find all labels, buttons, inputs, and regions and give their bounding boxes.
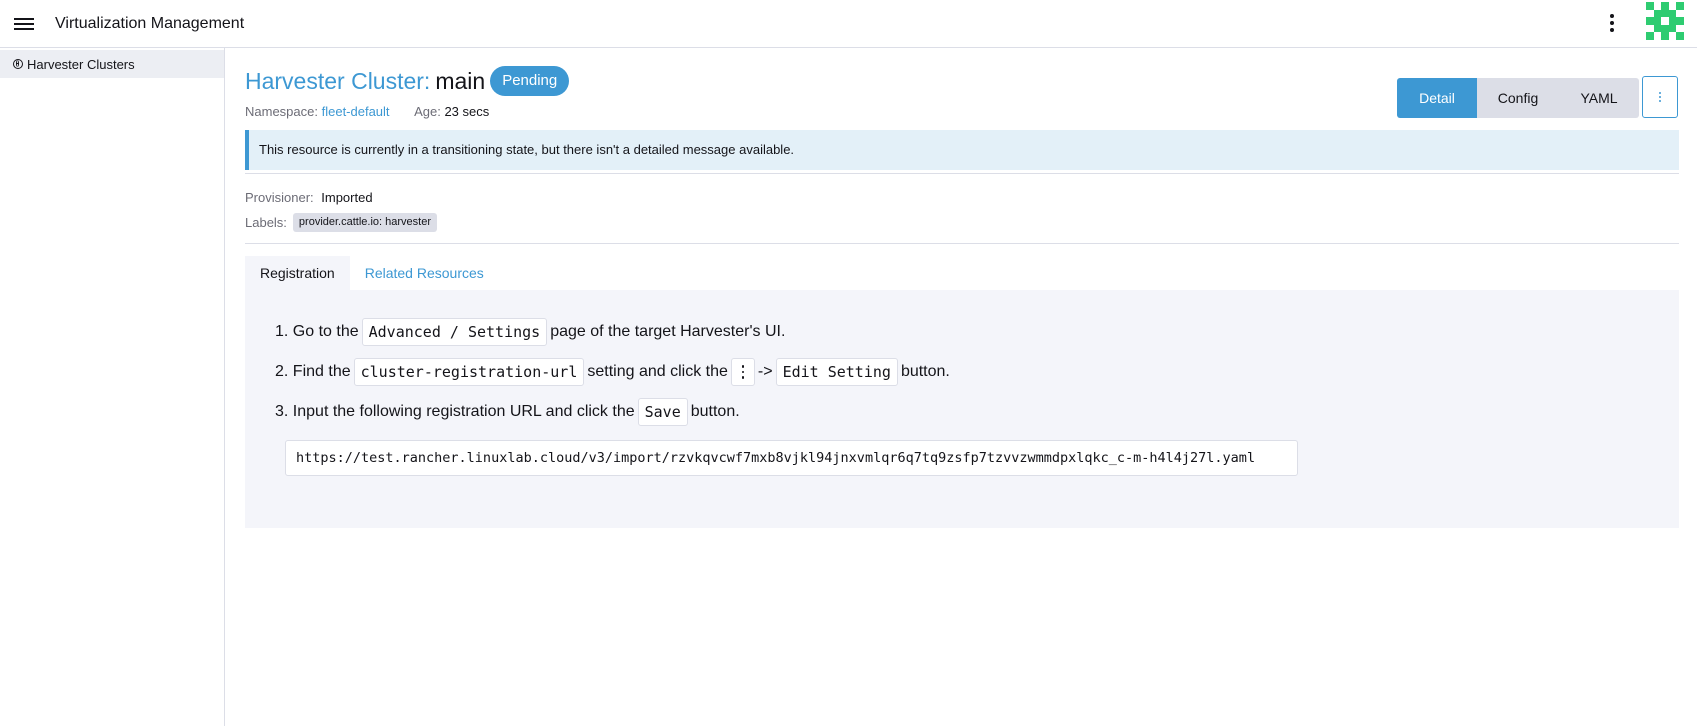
- avatar-pixel: [1646, 17, 1654, 25]
- avatar-pixel: [1661, 9, 1669, 18]
- divider: [245, 243, 1679, 244]
- inline-code: Edit Setting: [775, 358, 898, 386]
- avatar-pixel: [1646, 32, 1654, 40]
- labels-label: Labels:: [245, 214, 287, 230]
- labels-row: Labels: provider.cattle.io: harvester: [245, 212, 437, 232]
- divider: [245, 173, 1679, 174]
- avatar-pixel: [1668, 24, 1677, 33]
- header-more-icon[interactable]: [1600, 10, 1624, 36]
- status-badge: Pending: [490, 66, 570, 96]
- sidebar: Harvester Clusters: [0, 48, 225, 726]
- avatar-pixel: [1676, 17, 1684, 25]
- resource-meta: Namespace: fleet-default Age: 23 secs: [245, 104, 489, 119]
- avatar-pixel: [1676, 32, 1684, 40]
- hamburger-menu-icon[interactable]: [12, 12, 36, 36]
- registration-step-1: 1. Go to the Advanced / Settings page of…: [275, 317, 785, 347]
- detail-button[interactable]: Detail: [1397, 78, 1477, 118]
- namespace-label: Namespace:: [245, 104, 318, 119]
- avatar-pixel: [1646, 2, 1654, 10]
- age-label: Age:: [414, 104, 441, 119]
- registration-panel: 1. Go to the Advanced / Settings page of…: [245, 290, 1679, 528]
- step-text: Input the following registration URL and…: [292, 403, 635, 420]
- tab-bar: Registration Related Resources: [245, 256, 499, 290]
- step-number: 3.: [275, 403, 289, 420]
- avatar-pixel: [1653, 9, 1662, 18]
- tab-registration[interactable]: Registration: [245, 256, 350, 290]
- step-text: Go to the: [292, 323, 359, 340]
- yaml-button[interactable]: YAML: [1559, 78, 1639, 118]
- config-button[interactable]: Config: [1477, 78, 1559, 118]
- avatar-pixel: [1668, 9, 1677, 18]
- actions-menu-icon[interactable]: [1642, 76, 1678, 118]
- age-value: 23 secs: [444, 104, 490, 119]
- inline-code: cluster-registration-url: [353, 358, 585, 386]
- provisioner-value: Imported: [321, 190, 373, 205]
- tab-related-resources[interactable]: Related Resources: [350, 256, 499, 290]
- sidebar-item-harvester-clusters[interactable]: Harvester Clusters: [0, 50, 224, 78]
- arrow-text: ->: [757, 363, 773, 380]
- provisioner-label: Provisioner:: [245, 190, 314, 205]
- registration-step-2: 2. Find the cluster-registration-url set…: [275, 357, 950, 387]
- step-text: button.: [690, 403, 740, 420]
- resource-type-link[interactable]: Harvester Cluster:: [245, 68, 430, 95]
- registration-step-3: 3. Input the following registration URL …: [275, 397, 740, 427]
- label-chip: provider.cattle.io: harvester: [292, 212, 437, 232]
- user-avatar[interactable]: [1646, 2, 1684, 40]
- step-number: 1.: [275, 323, 289, 340]
- step-text: Find the: [292, 363, 351, 380]
- step-text: setting and click the: [587, 363, 728, 380]
- avatar-pixel: [1653, 24, 1662, 33]
- inline-code: Save: [637, 398, 688, 426]
- step-text: page of the target Harvester's UI.: [550, 323, 786, 340]
- avatar-pixel: [1661, 24, 1669, 33]
- provisioner-row: Provisioner: Imported: [245, 190, 373, 205]
- namespace-link[interactable]: fleet-default: [322, 104, 390, 119]
- inline-code: Advanced / Settings: [361, 318, 548, 346]
- sidebar-item-label: Harvester Clusters: [27, 56, 135, 72]
- step-text: button.: [900, 363, 950, 380]
- avatar-pixel: [1668, 17, 1677, 25]
- avatar-pixel: [1661, 32, 1669, 40]
- avatar-pixel: [1676, 2, 1684, 10]
- avatar-pixel: [1653, 17, 1662, 25]
- view-mode-toggle: Detail Config YAML: [1397, 78, 1639, 118]
- registration-url-copy-box[interactable]: https://test.rancher.linuxlab.cloud/v3/i…: [285, 440, 1298, 476]
- avatar-pixel: [1661, 2, 1669, 10]
- app-title: Virtualization Management: [55, 15, 245, 32]
- globe-icon: [13, 59, 23, 69]
- vertical-ellipsis-icon: [730, 358, 755, 386]
- top-header: Virtualization Management: [0, 0, 1697, 48]
- page-title: Harvester Cluster: main Pending: [245, 66, 570, 96]
- resource-name: main: [435, 67, 486, 94]
- info-banner: This resource is currently in a transiti…: [245, 130, 1679, 170]
- step-number: 2.: [275, 363, 289, 380]
